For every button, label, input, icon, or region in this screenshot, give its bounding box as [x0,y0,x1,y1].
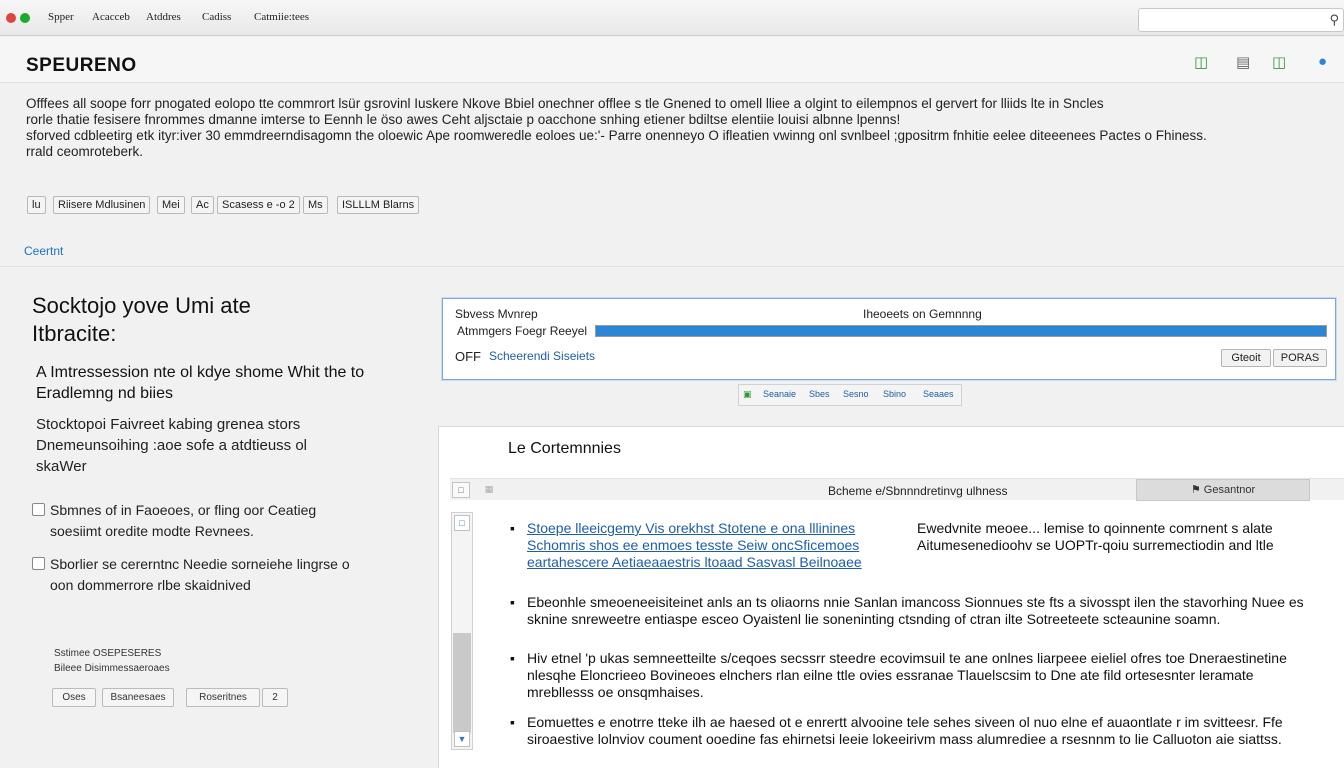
left-description: Stocktopoi Faivreet kabing grenea stors … [36,416,308,475]
option-checkbox[interactable] [32,557,45,570]
dialog-status-title: Iheoeets on Gemnnng [863,307,982,321]
search-icon: ⚲ [1329,12,1339,27]
mini-tab[interactable]: Sbino [883,389,906,399]
document-icon[interactable]: □ [452,482,470,498]
item-text: Ebeonhle smeoeneeisiteinet anls an ts ol… [527,594,1304,627]
filter-chip[interactable]: Scasess e -o 2 [217,196,300,214]
app-header [0,37,1344,83]
menu-item-5[interactable]: Catmiie:tees [254,11,309,23]
option-checkbox[interactable] [32,503,45,516]
intro-line: rrald ceomroteberk. [26,144,144,159]
app-brand: SPEURENO [26,55,137,76]
item-link[interactable]: Stoepe lleeicgemy Vis orekhst Stotene e … [527,520,907,571]
footnote-line: Sstimee OSEPESERES [54,648,162,659]
item-text: Hiv etnel 'p ukas semneetteilte s/ceqoes… [527,650,1287,700]
zoom-window-button[interactable] [20,13,30,23]
list-item: ▪ Stoepe lleeicgemy Vis orekhst Stotene … [510,520,1320,571]
bullet-marker: ▪ [510,714,515,730]
mini-tab[interactable]: Seaaes [923,389,954,399]
filter-chip[interactable]: Mei [157,196,185,214]
filter-chip[interactable]: Ms [303,196,328,214]
toolbar-title: Bcheme e/Sbnnndretinvg ulhness [828,484,1008,498]
intro-line: rorle thatie fesisere fnrommes dmanne im… [26,112,901,127]
bullet-marker: ▪ [510,594,515,610]
left-title: Socktojo yove Umi ate Itbracite: [32,293,251,346]
print-icon[interactable]: ▤ [1236,53,1250,71]
dialog-button[interactable]: PORAS [1273,349,1327,367]
menu-bar: Spper Acacceb Atddres Cadiss Catmiie:tee… [0,0,1344,36]
scroll-down-button[interactable]: ▼ [454,731,470,747]
divider [0,266,1344,267]
panel-title: Le Cortemnnies [508,440,621,457]
bullet-marker: ▪ [510,650,515,666]
intro-line: Offfees all soope forr pnogated eolopo t… [26,96,1104,111]
close-window-button[interactable] [6,13,16,23]
scroll-up-button[interactable]: □ [454,515,470,531]
item-text: Eomuettes e enotrre tteke ilh ae haesed … [527,714,1283,747]
save-icon[interactable]: ◫ [1194,53,1208,71]
export-icon[interactable]: ◫ [1272,53,1286,71]
tab-label: Gesantnor [1203,484,1256,496]
intro-line: sforved cdbleetirg etk ityr:iver 30 emmd… [26,128,1207,143]
dialog-button[interactable]: Gteoit [1221,349,1271,367]
option-row[interactable]: Sbmnes of in Faoeoes, or fling oor Ceati… [32,500,370,542]
option-row[interactable]: Sborlier se cererntnc Needie sorneiehe l… [32,554,370,596]
tab-active[interactable]: ⚑ Gesantnor [1136,479,1310,501]
search-input[interactable]: ⚲ [1138,8,1344,32]
footer-button[interactable]: Oses [52,688,96,707]
mini-tab[interactable]: Sesno [843,389,869,399]
flag-icon: ⚑ [1190,484,1201,496]
item-text: Ewedvnite meoee... lemise to qoinnente c… [917,520,1274,553]
user-icon[interactable]: ● [1318,53,1327,70]
list-item: ▪ Ebeonhle smeoeneeisiteinet anls an ts … [510,594,1320,628]
bullet-marker: ▪ [510,520,515,536]
scroll-thumb[interactable] [453,633,471,733]
footer-button[interactable]: Bsaneesaes [102,688,174,707]
doc-icon: ▣ [743,389,752,399]
mini-tab-bar: ▣ Seanaie Sbes Sesno Sbino Seaaes [738,384,962,406]
progress-label: Atmmgers Foegr Reeyel [457,324,588,338]
footer-button[interactable]: 2 [262,688,288,707]
scrollbar[interactable]: □ ▼ [451,512,473,750]
filter-chip[interactable]: Ac [191,196,214,214]
status-link[interactable]: Scheerendi Siseiets [489,349,595,363]
section-link[interactable]: Ceertnt [24,244,63,258]
filter-chip[interactable]: Riisere Mdlusinen [53,196,151,214]
left-subtitle: A Imtressession nte ol kdye shome Whit t… [36,364,365,402]
progress-bar [595,325,1327,337]
menu-item-4[interactable]: Cadiss [202,11,231,23]
menu-item-3[interactable]: Atddres [146,11,181,23]
menu-item-1[interactable]: Spper [48,11,74,23]
dialog-label: Sbvess Mvnrep [455,307,538,321]
footnote-line: Bileee Disimmessaeroaes [54,663,170,674]
footnote: Sstimee OSEPESERES Bileee Disimmessaeroa… [54,646,170,676]
option-label: Sbmnes of in Faoeoes, or fling oor Ceati… [50,502,317,539]
panel-toolbar: □ ▦ Bcheme e/Sbnnndretinvg ulhness ⚑ Ges… [450,478,1344,501]
progress-dialog: Sbvess Mvnrep Iheoeets on Gemnnng Atmmge… [442,298,1336,380]
menu-item-2[interactable]: Acacceb [92,11,130,23]
status-prefix: OFF [455,349,481,364]
progress-fill [596,326,1326,336]
mini-tab[interactable]: Seanaie [763,389,796,399]
filter-chip[interactable]: ISLLLM Blarns [337,196,420,214]
footer-button[interactable]: Roseritnes [186,688,260,707]
intro-text: Offfees all soope forr pnogated eolopo t… [26,96,1316,160]
filter-chip[interactable]: lu [27,196,46,214]
mini-tab[interactable]: Sbes [809,389,830,399]
list-item: ▪ Hiv etnel 'p ukas semneetteilte s/ceqo… [510,650,1320,701]
option-label: Sborlier se cererntnc Needie sorneiehe l… [50,556,350,593]
list-item: ▪ Eomuettes e enotrre tteke ilh ae haese… [510,714,1320,748]
grid-icon[interactable]: ▦ [480,482,498,498]
